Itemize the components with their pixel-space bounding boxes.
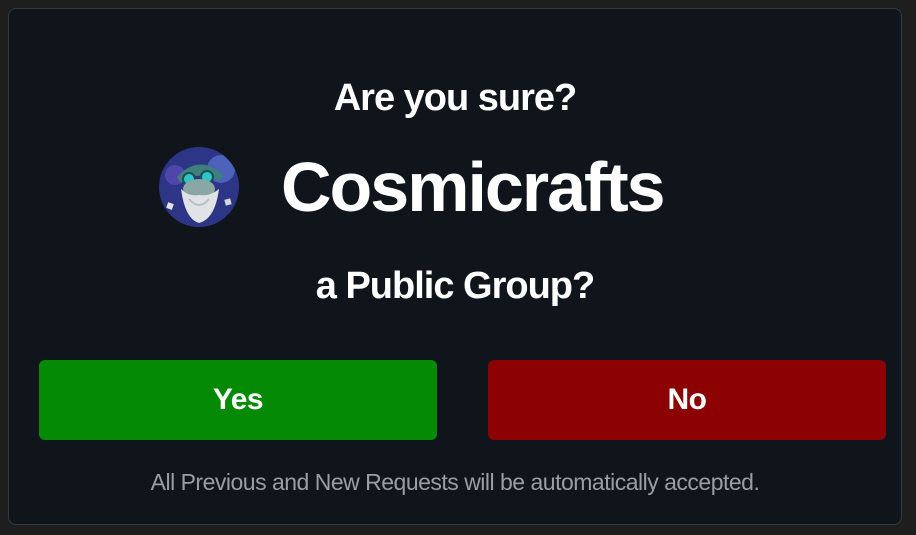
- wizard-avatar-icon: [159, 147, 239, 227]
- dialog-subtitle: a Public Group?: [315, 265, 595, 307]
- group-name: Cosmicrafts: [281, 148, 666, 226]
- yes-button[interactable]: Yes: [39, 360, 437, 440]
- no-button[interactable]: No: [488, 360, 886, 440]
- confirm-dialog: Are you sure? Cosmicrafts a Public Group…: [8, 8, 902, 525]
- acceptance-note: All Previous and New Requests will be au…: [150, 469, 760, 495]
- group-info: Cosmicrafts: [9, 147, 901, 237]
- dialog-title: Are you sure?: [333, 77, 578, 119]
